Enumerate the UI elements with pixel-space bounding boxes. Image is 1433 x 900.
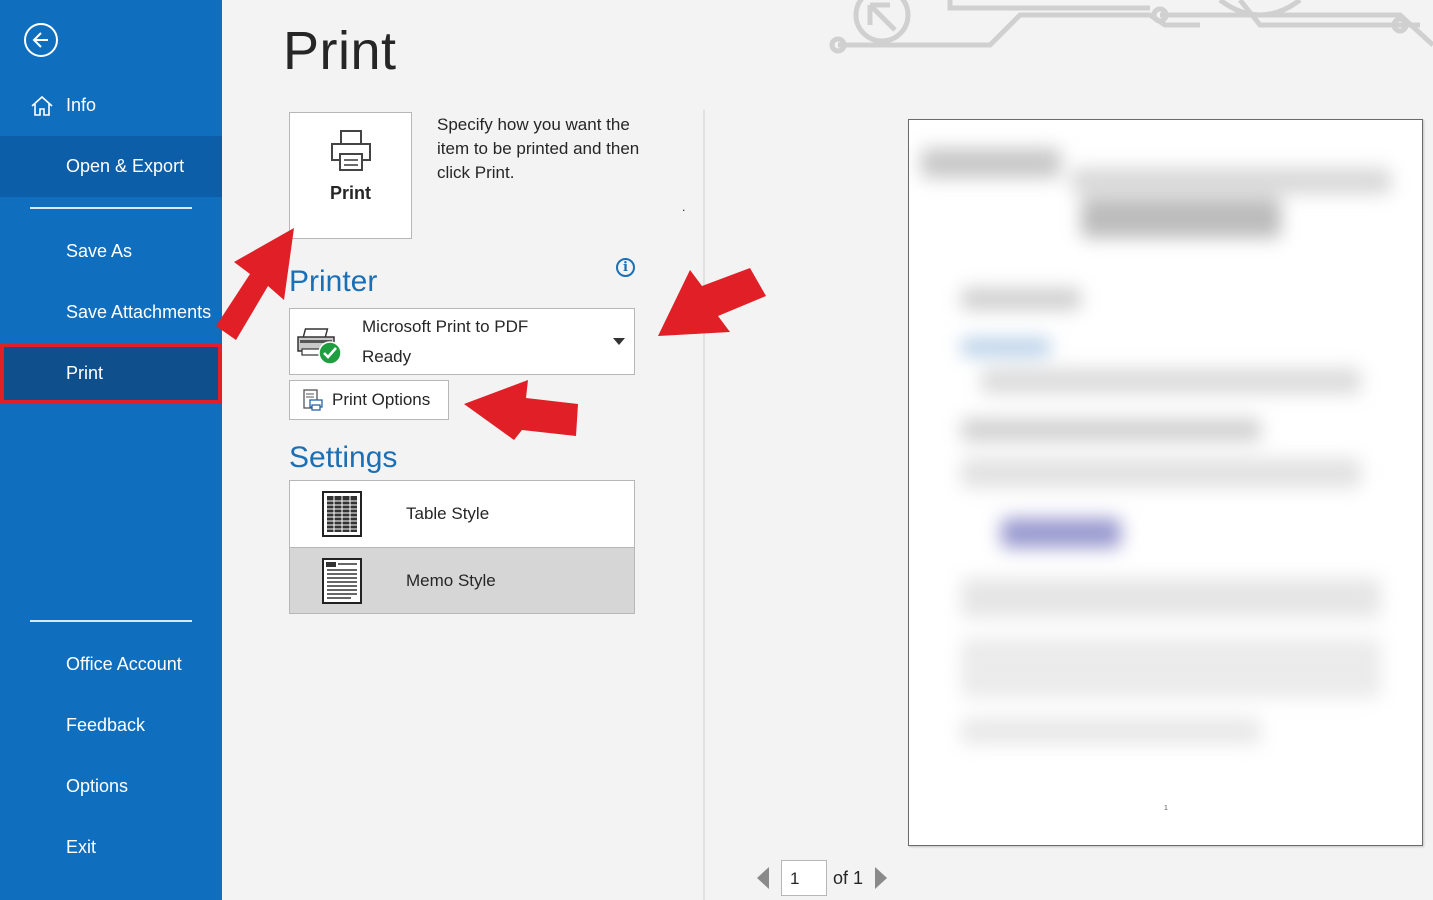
next-page-icon[interactable] [875,867,888,889]
table-style-icon [322,491,362,537]
back-button[interactable] [24,23,58,57]
printer-name: Microsoft Print to PDF [362,317,529,336]
print-options-icon [303,389,323,411]
description-dot: . [682,200,686,214]
nav-info[interactable]: Info [0,75,222,136]
home-icon [31,95,53,116]
nav-save-as-label: Save As [66,241,133,261]
print-description: Specify how you want the item to be prin… [437,115,640,182]
printer-ready-icon [297,328,342,365]
annotation-arrow [216,228,294,340]
nav-open-export-label: Open & Export [66,156,185,176]
printer-icon [330,130,371,171]
nav-options-label: Options [66,776,129,796]
print-options-button[interactable]: Print Options [289,380,449,420]
print-style-list: Table Style Memo Style [289,480,635,614]
previous-page-icon[interactable] [757,867,769,889]
nav-info-label: Info [66,95,97,115]
nav-feedback[interactable]: Feedback [0,695,222,756]
page-title: Print [283,21,397,81]
nav-save-attachments[interactable]: Save Attachments [0,282,222,343]
print-button[interactable]: Print [289,112,412,239]
sidebar-divider [30,620,192,622]
nav-exit[interactable]: Exit [0,817,222,878]
chevron-down-icon [613,338,625,345]
memo-style-option[interactable]: Memo Style [290,547,634,613]
panel-separator [703,110,705,900]
table-style-option[interactable]: Table Style [290,481,634,547]
printer-dropdown[interactable]: Microsoft Print to PDF Ready [289,308,635,375]
table-style-label: Table Style [406,504,490,523]
nav-feedback-label: Feedback [66,715,146,735]
nav-office-account-label: Office Account [66,654,182,674]
backstage-sidebar: Info Open & Export Save As Save Attachme… [0,0,222,900]
print-preview-page: 1 [908,119,1423,846]
print-options-label: Print Options [332,390,431,409]
settings-section-title: Settings [289,441,398,474]
circuit-decoration [829,0,1433,54]
nav-save-as[interactable]: Save As [0,221,222,282]
nav-save-attachments-label: Save Attachments [66,302,212,322]
page-navigator: 1 of 1 [757,860,888,896]
nav-exit-label: Exit [66,837,97,857]
nav-print[interactable]: Print [0,343,222,404]
printer-section-title: Printer [289,265,378,298]
memo-style-icon [322,558,362,604]
blurred-content [921,138,1408,805]
nav-print-label: Print [66,363,104,383]
sidebar-divider [30,207,192,209]
annotation-arrow [658,268,766,336]
total-pages-label: of 1 [833,867,864,888]
memo-style-label: Memo Style [406,571,496,590]
page-number-mark: 1 [1164,805,1168,812]
info-icon[interactable]: i [616,258,635,277]
annotation-arrow [464,380,578,440]
printer-status: Ready [362,347,412,366]
nav-options[interactable]: Options [0,756,222,817]
back-arrow-icon [32,32,48,48]
nav-open-export[interactable]: Open & Export [0,136,222,197]
print-button-label: Print [329,183,371,203]
nav-office-account[interactable]: Office Account [0,634,222,695]
current-page-input[interactable]: 1 [781,860,827,896]
